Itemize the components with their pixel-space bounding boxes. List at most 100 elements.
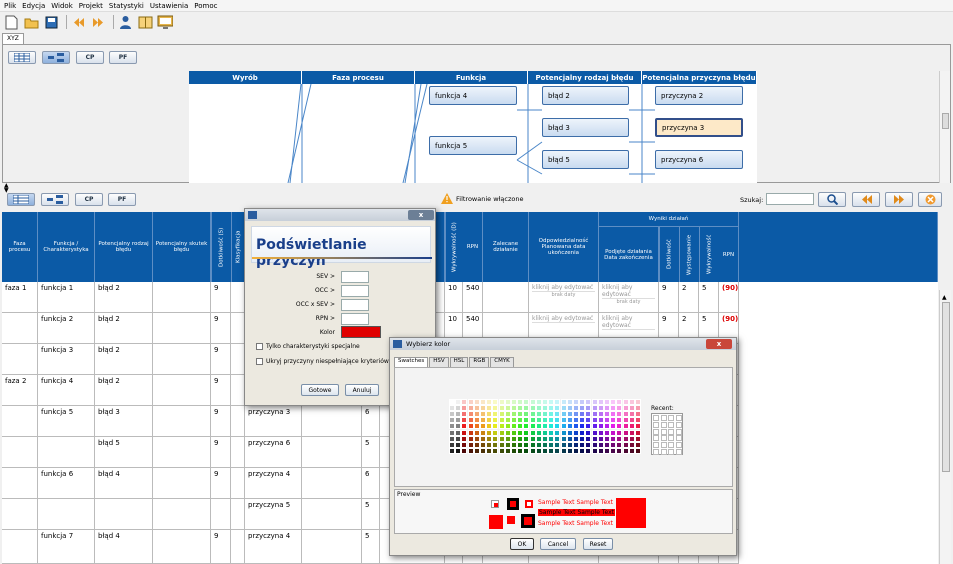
menu-item[interactable]: Edycja: [22, 2, 45, 10]
pf-view-button[interactable]: PF: [109, 51, 137, 64]
table-cell-skutek[interactable]: [153, 406, 211, 437]
color-swatch[interactable]: [486, 423, 493, 430]
color-swatch[interactable]: [504, 417, 511, 424]
recent-swatch[interactable]: [668, 435, 674, 442]
color-swatch[interactable]: [449, 411, 455, 418]
table-cell-skutek[interactable]: [153, 282, 211, 313]
menu-item[interactable]: Statystyki: [109, 2, 144, 10]
col-header-class[interactable]: Klasyfikacja: [231, 212, 245, 282]
color-swatch[interactable]: [492, 441, 499, 448]
color-swatch[interactable]: [473, 441, 480, 448]
color-swatch[interactable]: [548, 441, 555, 448]
color-swatch[interactable]: [498, 441, 505, 448]
color-swatch[interactable]: [628, 435, 635, 442]
monitor-icon[interactable]: [157, 14, 173, 30]
color-swatch[interactable]: [604, 399, 610, 405]
table-cell-wo[interactable]: 2: [679, 282, 699, 313]
table-cell-faza[interactable]: [2, 406, 38, 437]
color-swatch[interactable]: [473, 405, 480, 412]
table-cell-k[interactable]: [231, 406, 245, 437]
color-swatch[interactable]: [517, 429, 524, 436]
scroll-up-icon[interactable]: ▲: [942, 294, 947, 301]
color-swatch[interactable]: [511, 423, 517, 430]
recent-swatches[interactable]: [651, 413, 683, 455]
col-header-effect[interactable]: Potencjalny skutek błędu: [153, 212, 211, 282]
color-swatch[interactable]: [573, 399, 579, 405]
color-swatch[interactable]: [523, 435, 530, 442]
color-swatch[interactable]: [604, 417, 610, 424]
color-swatch[interactable]: [529, 435, 536, 442]
color-swatch[interactable]: [492, 411, 499, 418]
color-swatch[interactable]: [517, 441, 524, 448]
color-swatch[interactable]: [573, 429, 579, 436]
search-input[interactable]: [766, 193, 814, 205]
color-swatch[interactable]: [622, 423, 629, 430]
color-swatch[interactable]: [635, 423, 641, 430]
color-swatch[interactable]: [498, 399, 505, 405]
color-swatch[interactable]: [517, 405, 524, 412]
table-cell-faza[interactable]: faza 1: [2, 282, 38, 313]
color-swatch[interactable]: [523, 405, 530, 412]
color-swatch[interactable]: [511, 399, 517, 405]
table-cell-o[interactable]: 6: [362, 406, 380, 437]
color-swatch[interactable]: [628, 411, 635, 418]
recent-swatch[interactable]: [675, 435, 682, 442]
col-header-res-rpn[interactable]: RPN: [719, 227, 739, 282]
color-swatch[interactable]: [455, 435, 462, 442]
special-characteristics-checkbox[interactable]: [256, 343, 263, 350]
color-swatch[interactable]: [560, 411, 567, 418]
color-swatch[interactable]: [597, 441, 604, 448]
color-swatch[interactable]: [554, 423, 561, 430]
color-swatch[interactable]: [542, 447, 548, 454]
table-cell-faza[interactable]: [2, 437, 38, 468]
color-swatch[interactable]: [560, 399, 567, 405]
color-swatch[interactable]: [579, 411, 586, 418]
pf-view-button[interactable]: PF: [108, 193, 136, 206]
color-swatch[interactable]: [461, 399, 468, 405]
table-cell-k[interactable]: [231, 530, 245, 564]
color-swatch[interactable]: [517, 417, 524, 424]
color-swatch[interactable]: [616, 405, 623, 412]
scroll-thumb[interactable]: [942, 113, 949, 129]
color-swatch[interactable]: [492, 435, 499, 442]
color-swatch[interactable]: [542, 435, 548, 442]
color-swatch[interactable]: [461, 411, 468, 418]
color-swatch[interactable]: [622, 405, 629, 412]
color-swatch[interactable]: [498, 435, 505, 442]
color-swatch[interactable]: [504, 423, 511, 430]
color-swatch[interactable]: [461, 429, 468, 436]
color-swatch[interactable]: [622, 435, 629, 442]
color-swatch[interactable]: [560, 435, 567, 442]
table-cell-wd[interactable]: 5: [699, 282, 719, 313]
recent-swatch[interactable]: [675, 449, 682, 455]
color-swatch[interactable]: [498, 411, 505, 418]
table-cell-przyczyna[interactable]: przyczyna 4: [245, 468, 302, 499]
table-cell-skutek[interactable]: [153, 313, 211, 344]
color-swatch[interactable]: [467, 435, 474, 442]
table-cell-k[interactable]: [231, 344, 245, 375]
color-swatch[interactable]: [591, 405, 598, 412]
color-swatch[interactable]: [610, 435, 617, 442]
diagram-scrollbar[interactable]: [939, 71, 950, 183]
color-swatch[interactable]: [504, 429, 511, 436]
color-swatch[interactable]: [554, 399, 561, 405]
color-swatch[interactable]: [523, 429, 530, 436]
recent-swatch[interactable]: [675, 428, 682, 435]
color-swatch[interactable]: [529, 405, 536, 412]
color-swatch[interactable]: [604, 423, 610, 430]
table-cell-skutek[interactable]: [153, 530, 211, 564]
color-swatch[interactable]: [529, 399, 536, 405]
table-cell-blad[interactable]: błąd 4: [95, 530, 153, 564]
color-swatch[interactable]: [622, 399, 629, 405]
table-scrollbar[interactable]: ▲: [939, 290, 951, 564]
color-swatch[interactable]: [535, 399, 542, 405]
color-swatch[interactable]: [560, 441, 567, 448]
color-swatch[interactable]: [535, 417, 542, 424]
table-cell-k[interactable]: [231, 282, 245, 313]
color-swatch[interactable]: [597, 435, 604, 442]
color-swatch[interactable]: [511, 411, 517, 418]
color-swatch[interactable]: [616, 441, 623, 448]
cp-view-button[interactable]: CP: [76, 51, 104, 64]
table-cell-blad[interactable]: błąd 2: [95, 282, 153, 313]
color-swatch[interactable]: [486, 435, 493, 442]
